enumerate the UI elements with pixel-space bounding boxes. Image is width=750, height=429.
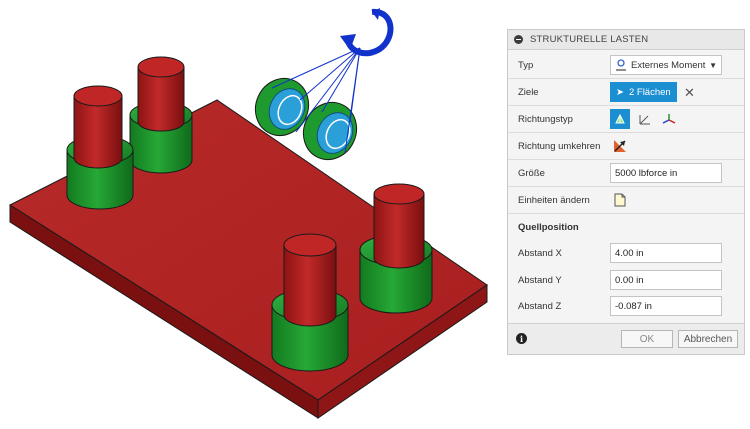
source-position-heading-row: Quellposition xyxy=(508,214,744,240)
normal-direction-icon[interactable] xyxy=(610,109,630,129)
offset-z-input[interactable]: -0.087 in xyxy=(610,296,722,316)
dialog-header[interactable]: STRUKTURELLE LASTEN xyxy=(508,30,744,50)
change-units-label: Einheiten ändern xyxy=(518,194,590,206)
type-dropdown[interactable]: Externes Moment ▼ xyxy=(610,55,722,75)
targets-value: 2 Flächen xyxy=(628,86,671,98)
offset-z-row: Abstand Z -0.087 in xyxy=(508,293,744,319)
dialog-footer: i OK Abbrechen xyxy=(508,323,744,354)
offset-y-row: Abstand Y 0.00 in xyxy=(508,267,744,293)
boss-right-back[interactable] xyxy=(359,183,433,314)
type-value: Externes Moment xyxy=(631,59,706,71)
ok-button[interactable]: OK xyxy=(621,330,673,348)
offset-x-label: Abstand X xyxy=(518,247,562,259)
offset-x-row: Abstand X 4.00 in xyxy=(508,240,744,266)
clear-selection-icon[interactable]: ✕ xyxy=(684,85,695,101)
boss-left-front[interactable] xyxy=(66,85,134,210)
offset-y-label: Abstand Y xyxy=(518,274,562,286)
targets-row: Ziele ➤ 2 Flächen ✕ xyxy=(508,79,744,105)
offset-z-label: Abstand Z xyxy=(518,300,562,312)
magnitude-input[interactable]: 5000 lbforce in xyxy=(610,163,722,183)
source-position-heading: Quellposition xyxy=(518,221,579,233)
info-icon[interactable]: i xyxy=(516,333,527,344)
dialog-title: STRUKTURELLE LASTEN xyxy=(530,34,649,45)
flip-direction-label: Richtung umkehren xyxy=(518,140,601,152)
angle-direction-icon[interactable] xyxy=(635,109,655,129)
boss-left-back[interactable] xyxy=(129,56,193,174)
magnitude-row: Größe 5000 lbforce in xyxy=(508,160,744,186)
vector-components-icon[interactable] xyxy=(659,109,679,129)
targets-select-button[interactable]: ➤ 2 Flächen xyxy=(610,82,677,102)
structural-loads-dialog: STRUKTURELLE LASTEN Typ Externes Moment … xyxy=(507,29,745,355)
type-row: Typ Externes Moment ▼ xyxy=(508,52,744,78)
moment-type-icon xyxy=(616,59,626,71)
offset-x-input[interactable]: 4.00 in xyxy=(610,243,722,263)
direction-type-row: Richtungstyp xyxy=(508,106,744,132)
collapse-icon[interactable] xyxy=(514,35,523,44)
flip-direction-icon[interactable] xyxy=(610,136,630,156)
change-units-row: Einheiten ändern xyxy=(508,187,744,213)
direction-type-label: Richtungstyp xyxy=(518,113,573,125)
flip-direction-row: Richtung umkehren xyxy=(508,133,744,159)
cancel-button[interactable]: Abbrechen xyxy=(678,330,738,348)
magnitude-label: Größe xyxy=(518,167,545,179)
type-label: Typ xyxy=(518,59,534,71)
offset-y-input[interactable]: 0.00 in xyxy=(610,270,722,290)
units-document-icon[interactable] xyxy=(610,190,630,210)
chevron-down-icon: ▼ xyxy=(709,60,717,70)
cursor-arrow-icon: ➤ xyxy=(616,86,624,98)
targets-label: Ziele xyxy=(518,86,539,98)
